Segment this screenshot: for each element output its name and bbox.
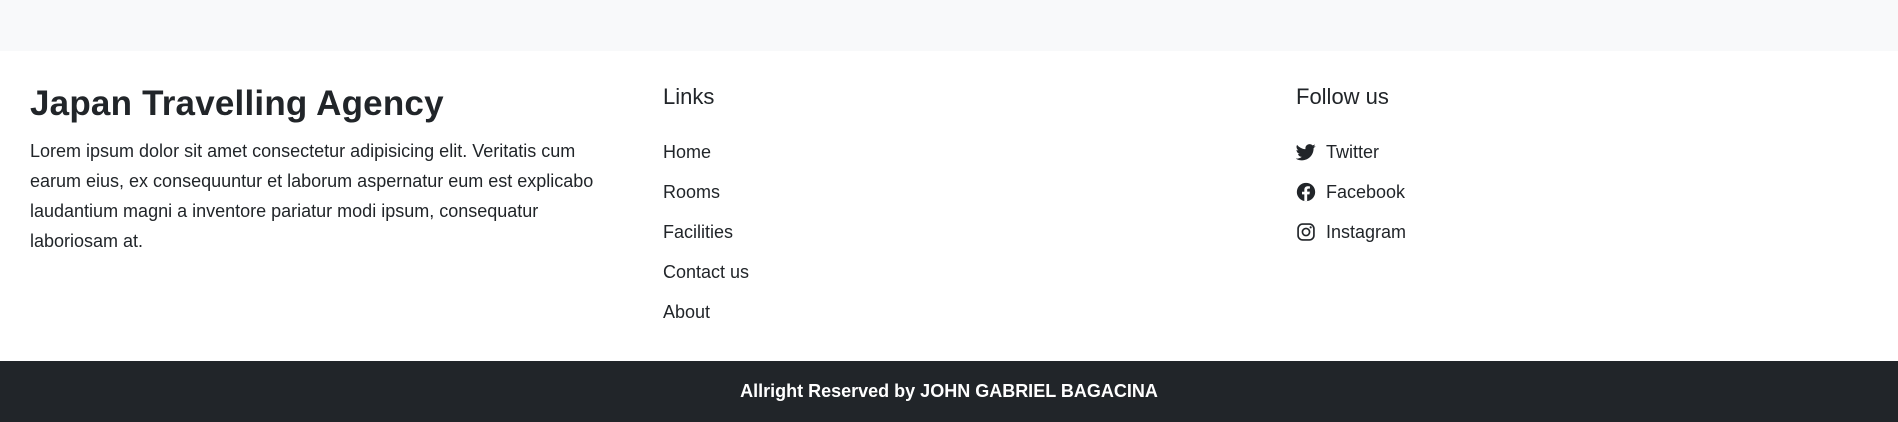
links-heading: Links bbox=[663, 84, 715, 109]
social-label-twitter: Twitter bbox=[1326, 141, 1380, 162]
link-contact-us[interactable]: Contact us bbox=[663, 252, 749, 292]
social-link-twitter[interactable]: Twitter bbox=[1296, 132, 1406, 172]
social-label-facebook: Facebook bbox=[1326, 181, 1406, 202]
copyright-text: Allright Reserved by JOHN GABRIEL BAGACI… bbox=[740, 381, 1158, 401]
top-strip bbox=[0, 0, 1898, 51]
facebook-icon bbox=[1296, 182, 1316, 202]
social-link-facebook[interactable]: Facebook bbox=[1296, 172, 1406, 212]
social-label-instagram: Instagram bbox=[1326, 221, 1407, 242]
brand-title: Japan Travelling Agency bbox=[30, 84, 444, 123]
copyright-bar: Allright Reserved by JOHN GABRIEL BAGACI… bbox=[0, 361, 1898, 422]
link-rooms[interactable]: Rooms bbox=[663, 172, 749, 212]
link-facilities[interactable]: Facilities bbox=[663, 212, 749, 252]
brand-description: Lorem ipsum dolor sit amet consectetur a… bbox=[30, 141, 594, 251]
link-home[interactable]: Home bbox=[663, 132, 749, 172]
social-link-instagram[interactable]: Instagram bbox=[1296, 212, 1406, 252]
site-footer: Japan Travelling Agency Lorem ipsum dolo… bbox=[0, 51, 1898, 361]
instagram-icon bbox=[1296, 222, 1316, 242]
link-about[interactable]: About bbox=[663, 292, 749, 332]
follow-heading: Follow us bbox=[1296, 84, 1389, 109]
twitter-icon bbox=[1296, 142, 1316, 162]
links-list: Home Rooms Facilities Contact us About bbox=[663, 132, 749, 332]
social-list: Twitter Facebook Instagram bbox=[1296, 132, 1406, 252]
